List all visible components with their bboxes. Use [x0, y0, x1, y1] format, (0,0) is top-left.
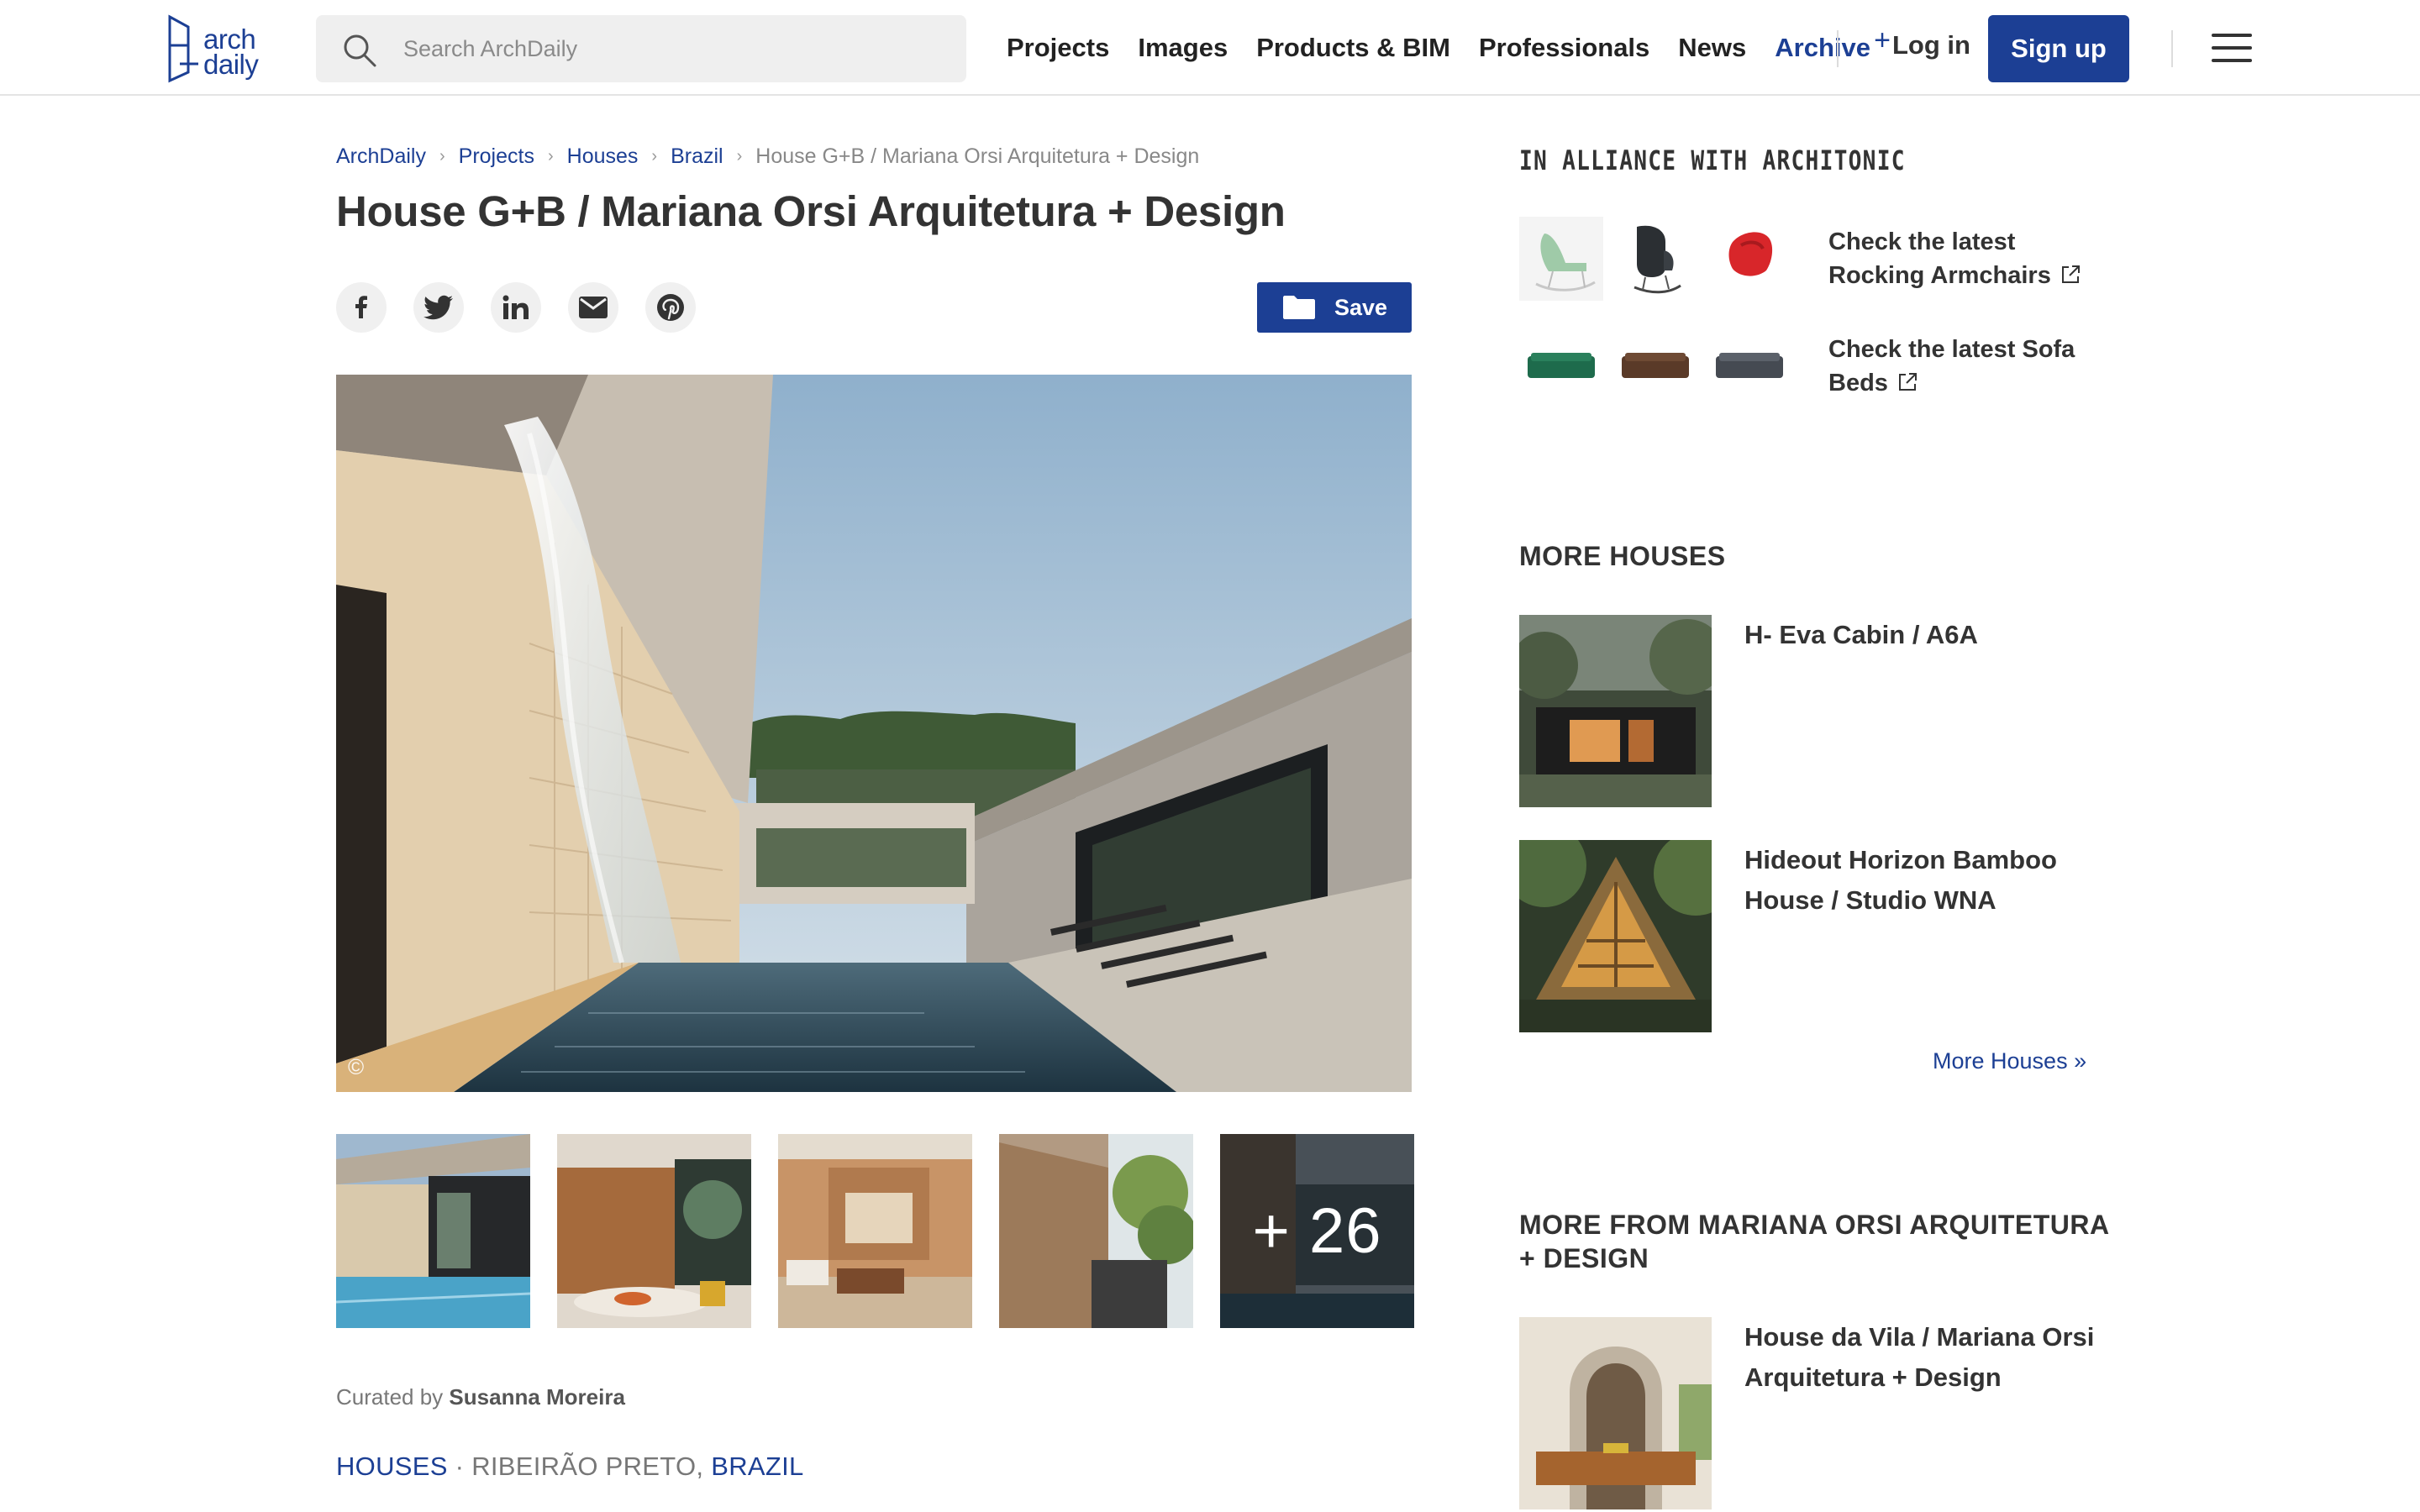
hero-image[interactable]: ©: [336, 375, 1412, 1092]
brown-sofa-bed-image: [1613, 324, 1697, 408]
pinterest-share-button[interactable]: [645, 282, 696, 333]
project-tags: HOUSES · RIBEIRÃO PRETO, BRAZIL: [336, 1452, 804, 1482]
black-rocking-chair-image: [1613, 217, 1697, 301]
eva-cabin-photo: [1519, 615, 1712, 807]
chevron-right-icon: ›: [439, 147, 445, 165]
breadcrumb-houses[interactable]: Houses: [567, 144, 639, 169]
thumbnail-photo: [557, 1134, 751, 1328]
folder-icon: [1283, 296, 1315, 319]
nav-divider: [1837, 30, 1839, 67]
curated-by-label: Curated by: [336, 1384, 444, 1410]
more-houses-heading: MORE HOUSES: [1519, 541, 1726, 571]
login-link[interactable]: Log in: [1892, 30, 1970, 60]
bamboo-house-photo: [1519, 840, 1712, 1032]
breadcrumb: ArchDaily › Projects › Houses › Brazil ›…: [336, 144, 1199, 169]
red-armchair-image: [1707, 217, 1791, 301]
site-header: arch daily Projects Images Products & BI…: [0, 0, 2420, 96]
facebook-share-button[interactable]: [336, 282, 387, 333]
thumbnail-photo: [999, 1134, 1193, 1328]
rocking-armchairs-label: Check the latest Rocking Armchairs: [1828, 228, 2051, 289]
nav-divider: [2171, 30, 2173, 67]
nav-archive[interactable]: Archive +: [1775, 24, 1891, 63]
linkedin-icon: [502, 295, 529, 319]
nav-archive-label: Archive: [1775, 33, 1871, 62]
curator-name[interactable]: Susanna Moreira: [449, 1384, 625, 1410]
twitter-share-button[interactable]: [413, 282, 464, 333]
house-da-vila-photo: [1519, 1317, 1712, 1509]
more-houses-card-image[interactable]: [1519, 615, 1712, 807]
search-icon[interactable]: [341, 32, 378, 69]
facebook-icon: [355, 296, 367, 318]
rocking-armchairs-link[interactable]: Check the latest Rocking Armchairs: [1828, 225, 2097, 292]
gallery-thumbnail[interactable]: [557, 1134, 751, 1328]
more-houses-card-title[interactable]: H- Eva Cabin / A6A: [1744, 615, 2097, 655]
sofa-beds-link[interactable]: Check the latest Sofa Beds: [1828, 333, 2097, 400]
chevron-right-icon: ›: [736, 147, 743, 165]
copyright-icon[interactable]: ©: [348, 1054, 364, 1080]
chevron-right-icon: ›: [651, 147, 658, 165]
breadcrumb-brazil[interactable]: Brazil: [671, 144, 723, 169]
email-share-button[interactable]: [568, 282, 618, 333]
email-icon: [579, 297, 608, 318]
product-thumbnail[interactable]: [1519, 324, 1603, 408]
gallery-thumbnail[interactable]: [336, 1134, 530, 1328]
thumbnail-photo: [336, 1134, 530, 1328]
breadcrumb-projects[interactable]: Projects: [459, 144, 534, 169]
main-nav: Projects Images Products & BIM Professio…: [1007, 0, 1899, 96]
nav-news[interactable]: News: [1678, 33, 1746, 63]
more-houses-card-image[interactable]: [1519, 840, 1712, 1032]
pinterest-icon: [657, 294, 684, 321]
nav-professionals[interactable]: Professionals: [1479, 33, 1649, 63]
more-photos-count: + 26: [1220, 1134, 1414, 1328]
grey-sofa-bed-image: [1707, 324, 1791, 408]
product-thumbnail[interactable]: [1707, 324, 1791, 408]
more-from-card-image[interactable]: [1519, 1317, 1712, 1509]
nav-images[interactable]: Images: [1138, 33, 1228, 63]
gallery-thumbnail[interactable]: [778, 1134, 972, 1328]
save-button-label: Save: [1334, 294, 1388, 320]
sofa-beds-label: Check the latest Sofa Beds: [1828, 336, 2075, 396]
search-input[interactable]: [403, 15, 941, 82]
green-sofa-bed-image: [1519, 324, 1603, 408]
page-title: House G+B / Mariana Orsi Arquitetura + D…: [336, 187, 1286, 235]
curated-by: Curated by Susanna Moreira: [336, 1384, 625, 1410]
more-houses-card-title[interactable]: Hideout Horizon Bamboo House / Studio WN…: [1744, 840, 2097, 921]
breadcrumb-archdaily[interactable]: ArchDaily: [336, 144, 426, 169]
external-link-icon: [2061, 265, 2080, 283]
tag-city: RIBEIRÃO PRETO,: [471, 1452, 704, 1481]
menu-icon[interactable]: [2212, 34, 2252, 62]
tag-houses[interactable]: HOUSES: [336, 1452, 448, 1481]
external-link-icon: [1898, 373, 1917, 391]
signup-button[interactable]: Sign up: [1988, 15, 2129, 82]
tag-brazil[interactable]: BRAZIL: [711, 1452, 803, 1481]
product-thumbnail[interactable]: [1519, 217, 1603, 301]
alliance-title: IN ALLIANCE WITH ARCHITONIC: [1519, 144, 1906, 176]
hero-photo: [336, 375, 1412, 1092]
search-bar[interactable]: [316, 15, 966, 82]
more-houses-link[interactable]: More Houses »: [1933, 1048, 2086, 1074]
product-thumbnail[interactable]: [1613, 217, 1697, 301]
logo-text-daily: daily: [203, 49, 259, 80]
nav-products-bim[interactable]: Products & BIM: [1256, 33, 1450, 63]
thumbnail-photo: [778, 1134, 972, 1328]
save-button[interactable]: Save: [1257, 282, 1412, 333]
archdaily-logo[interactable]: arch daily: [165, 13, 279, 84]
logo-mark-icon: [168, 14, 198, 83]
nav-projects[interactable]: Projects: [1007, 33, 1109, 63]
twitter-icon: [424, 295, 453, 320]
more-from-heading: MORE FROM MARIANA ORSI ARQUITETURA + DES…: [1519, 1210, 2109, 1273]
green-rocking-chair-image: [1519, 217, 1603, 301]
gallery-thumbnail[interactable]: [999, 1134, 1193, 1328]
tag-separator: ·: [455, 1452, 465, 1481]
breadcrumb-current: House G+B / Mariana Orsi Arquitetura + D…: [755, 144, 1200, 168]
linkedin-share-button[interactable]: [491, 282, 541, 333]
product-thumbnail[interactable]: [1613, 324, 1697, 408]
product-thumbnail[interactable]: [1707, 217, 1791, 301]
archive-plus-icon: +: [1874, 24, 1891, 56]
more-from-card-title[interactable]: House da Vila / Mariana Orsi Arquitetura…: [1744, 1317, 2097, 1398]
chevron-right-icon: ›: [547, 147, 554, 165]
gallery-thumbnail-more[interactable]: + 26: [1220, 1134, 1414, 1328]
